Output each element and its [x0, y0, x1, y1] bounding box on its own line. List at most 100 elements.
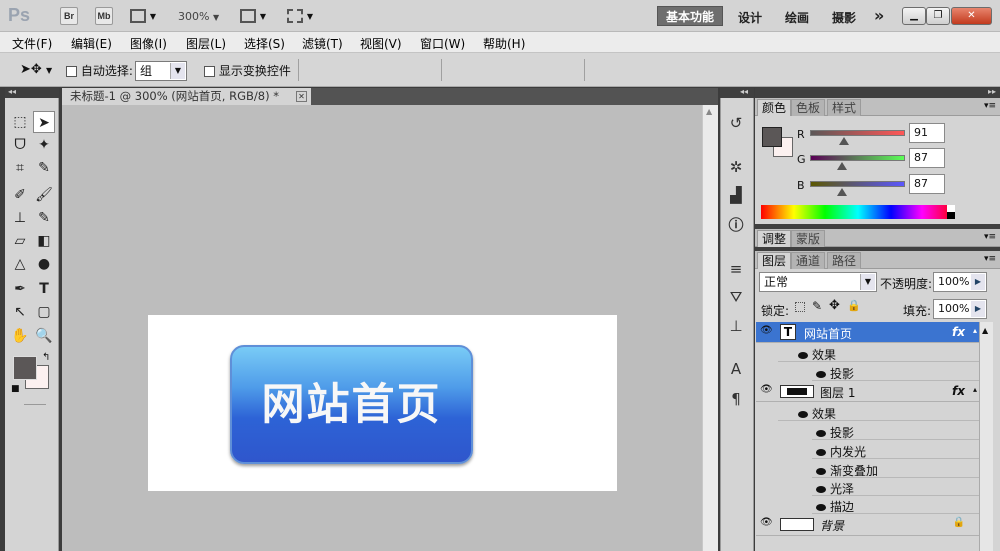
workspace-design[interactable]: 设计 [738, 9, 762, 26]
b-slider-track[interactable] [810, 181, 905, 187]
effect-visibility-eye-icon[interactable] [798, 352, 808, 359]
color-spectrum-ramp[interactable] [761, 205, 955, 219]
layer-row-text[interactable]: 👁 T 网站首页 fx ▴ [756, 322, 979, 343]
ramp-white-swatch[interactable] [947, 205, 955, 212]
clone-source-panel-icon[interactable]: ⊥ [725, 315, 747, 337]
histogram-panel-icon[interactable]: ▟ [725, 184, 747, 206]
info-panel-icon[interactable]: ⓘ [725, 214, 747, 236]
fx-icon[interactable]: fx [952, 325, 965, 339]
screen-mode-dropdown[interactable]: ▼ [287, 8, 319, 24]
effects-group-row[interactable]: 效果 [778, 402, 979, 421]
tab-styles[interactable]: 样式 [827, 99, 862, 116]
workspace-essentials[interactable]: 基本功能 [657, 6, 723, 26]
menu-select[interactable]: 选择(S) [244, 35, 285, 52]
r-value-input[interactable]: 91 [909, 123, 945, 143]
lock-position-icon[interactable]: ✥ [829, 298, 840, 313]
default-colors-icon[interactable]: ■ [11, 384, 20, 394]
b-value-input[interactable]: 87 [909, 174, 945, 194]
effect-row[interactable]: 投影 [812, 421, 979, 440]
tab-color[interactable]: 颜色 [757, 99, 792, 116]
close-button[interactable]: ✕ [951, 7, 992, 25]
effect-row[interactable]: 光泽 [812, 477, 979, 496]
expand-effects-icon[interactable]: ▴ [973, 385, 977, 394]
paragraph-panel-icon[interactable]: ¶ [725, 388, 747, 410]
hand-tool-icon[interactable]: ✋ [9, 325, 31, 347]
arrange-documents-dropdown[interactable]: ▼ [240, 8, 272, 24]
tab-channels[interactable]: 通道 [791, 252, 826, 269]
swap-colors-icon[interactable]: ↰ [42, 352, 50, 363]
auto-select-checkbox[interactable]: 自动选择: [66, 62, 133, 79]
effect-visibility-eye-icon[interactable] [816, 504, 826, 511]
menu-view[interactable]: 视图(V) [360, 35, 402, 52]
menu-file[interactable]: 文件(F) [12, 35, 52, 52]
character-panel-icon[interactable]: A [725, 358, 747, 380]
workspace-painting[interactable]: 绘画 [785, 9, 809, 26]
effect-row[interactable]: 描边 [812, 495, 979, 514]
history-panel-icon[interactable]: ↺ [725, 112, 747, 134]
g-slider-thumb[interactable] [837, 162, 848, 170]
layer-row-image[interactable]: 👁 图层 1 fx ▴ [756, 381, 979, 402]
strip-header[interactable]: ◂◂ [720, 87, 754, 98]
r-slider-track[interactable] [810, 130, 905, 136]
tab-swatches[interactable]: 色板 [791, 99, 826, 116]
menu-edit[interactable]: 编辑(E) [71, 35, 112, 52]
chevron-right-icon[interactable]: ▶ [971, 274, 985, 290]
auto-select-target-dropdown[interactable]: 组 ▼ [135, 61, 187, 81]
effect-visibility-eye-icon[interactable] [816, 449, 826, 456]
eyedropper-tool-icon[interactable]: ✎ [33, 157, 55, 179]
eraser-tool-icon[interactable]: ▱ [9, 230, 31, 252]
path-selection-tool-icon[interactable]: ↖ [9, 301, 31, 323]
minibridge-button[interactable]: Mb [95, 7, 113, 25]
pen-tool-icon[interactable]: ✒ [9, 278, 31, 300]
expand-effects-icon[interactable]: ▴ [973, 326, 977, 335]
panel-group-header[interactable]: ▸▸ [755, 87, 1000, 98]
opacity-input[interactable]: 100% ▶ [933, 272, 987, 292]
marquee-tool-icon[interactable]: ⬚ [9, 111, 31, 133]
tools-panel-header[interactable]: ◂◂ [5, 87, 59, 98]
scroll-up-icon[interactable]: ▲ [982, 326, 988, 335]
history-brush-tool-icon[interactable]: ✎ [33, 207, 55, 229]
menu-help[interactable]: 帮助(H) [483, 35, 525, 52]
shape-tool-icon[interactable]: ▢ [33, 301, 55, 323]
type-tool-icon[interactable]: T [33, 278, 55, 300]
b-slider-thumb[interactable] [837, 188, 848, 196]
lasso-tool-icon[interactable]: ᗜ [9, 134, 31, 156]
fill-input[interactable]: 100% ▶ [933, 299, 987, 319]
blend-mode-dropdown[interactable]: 正常 ▼ [759, 272, 877, 292]
tab-paths[interactable]: 路径 [827, 252, 862, 269]
lock-transparency-icon[interactable] [795, 302, 805, 312]
panel-menu-icon[interactable]: ▾≡ [984, 254, 996, 264]
tab-masks[interactable]: 蒙版 [791, 230, 826, 247]
effect-visibility-eye-icon[interactable] [816, 486, 826, 493]
lock-all-icon[interactable]: 🔒 [847, 299, 861, 312]
maximize-button[interactable]: ❐ [926, 7, 950, 25]
effect-visibility-eye-icon[interactable] [816, 371, 826, 378]
fx-icon[interactable]: fx [952, 384, 965, 398]
chevron-right-icon[interactable]: ▶ [971, 301, 985, 317]
effect-row[interactable]: 渐变叠加 [812, 459, 979, 478]
effect-row[interactable]: 投影 [812, 362, 979, 381]
effect-row[interactable]: 内发光 [812, 440, 979, 459]
foreground-color-swatch[interactable] [13, 356, 37, 380]
gradient-tool-icon[interactable]: ◧ [33, 230, 55, 252]
close-icon[interactable]: ✕ [296, 91, 307, 102]
brushes-panel-icon[interactable]: ⛛ [725, 286, 747, 308]
panel-menu-icon[interactable]: ▾≡ [984, 232, 996, 242]
tab-layers[interactable]: 图层 [757, 252, 792, 269]
panel-menu-icon[interactable]: ▾≡ [984, 101, 996, 111]
zoom-level-dropdown[interactable]: 300% ▼ [178, 10, 219, 23]
scroll-up-icon[interactable]: ▲ [706, 107, 712, 116]
magic-wand-tool-icon[interactable]: ✦ [33, 134, 55, 156]
tool-preset-picker[interactable]: ➤✥ ▼ [20, 62, 52, 77]
effects-group-row[interactable]: 效果 [778, 343, 979, 362]
vertical-scrollbar[interactable]: ▲ [702, 105, 718, 551]
menu-layer[interactable]: 图层(L) [186, 35, 226, 52]
zoom-tool-icon[interactable]: 🔍 [33, 325, 55, 347]
dodge-tool-icon[interactable]: ● [33, 253, 55, 275]
healing-brush-tool-icon[interactable]: ✐ [9, 184, 31, 206]
menu-image[interactable]: 图像(I) [130, 35, 167, 52]
blur-tool-icon[interactable]: △ [9, 253, 31, 275]
view-extras-dropdown[interactable]: ▼ [130, 8, 158, 24]
r-slider-thumb[interactable] [838, 137, 849, 145]
effect-visibility-eye-icon[interactable] [816, 430, 826, 437]
